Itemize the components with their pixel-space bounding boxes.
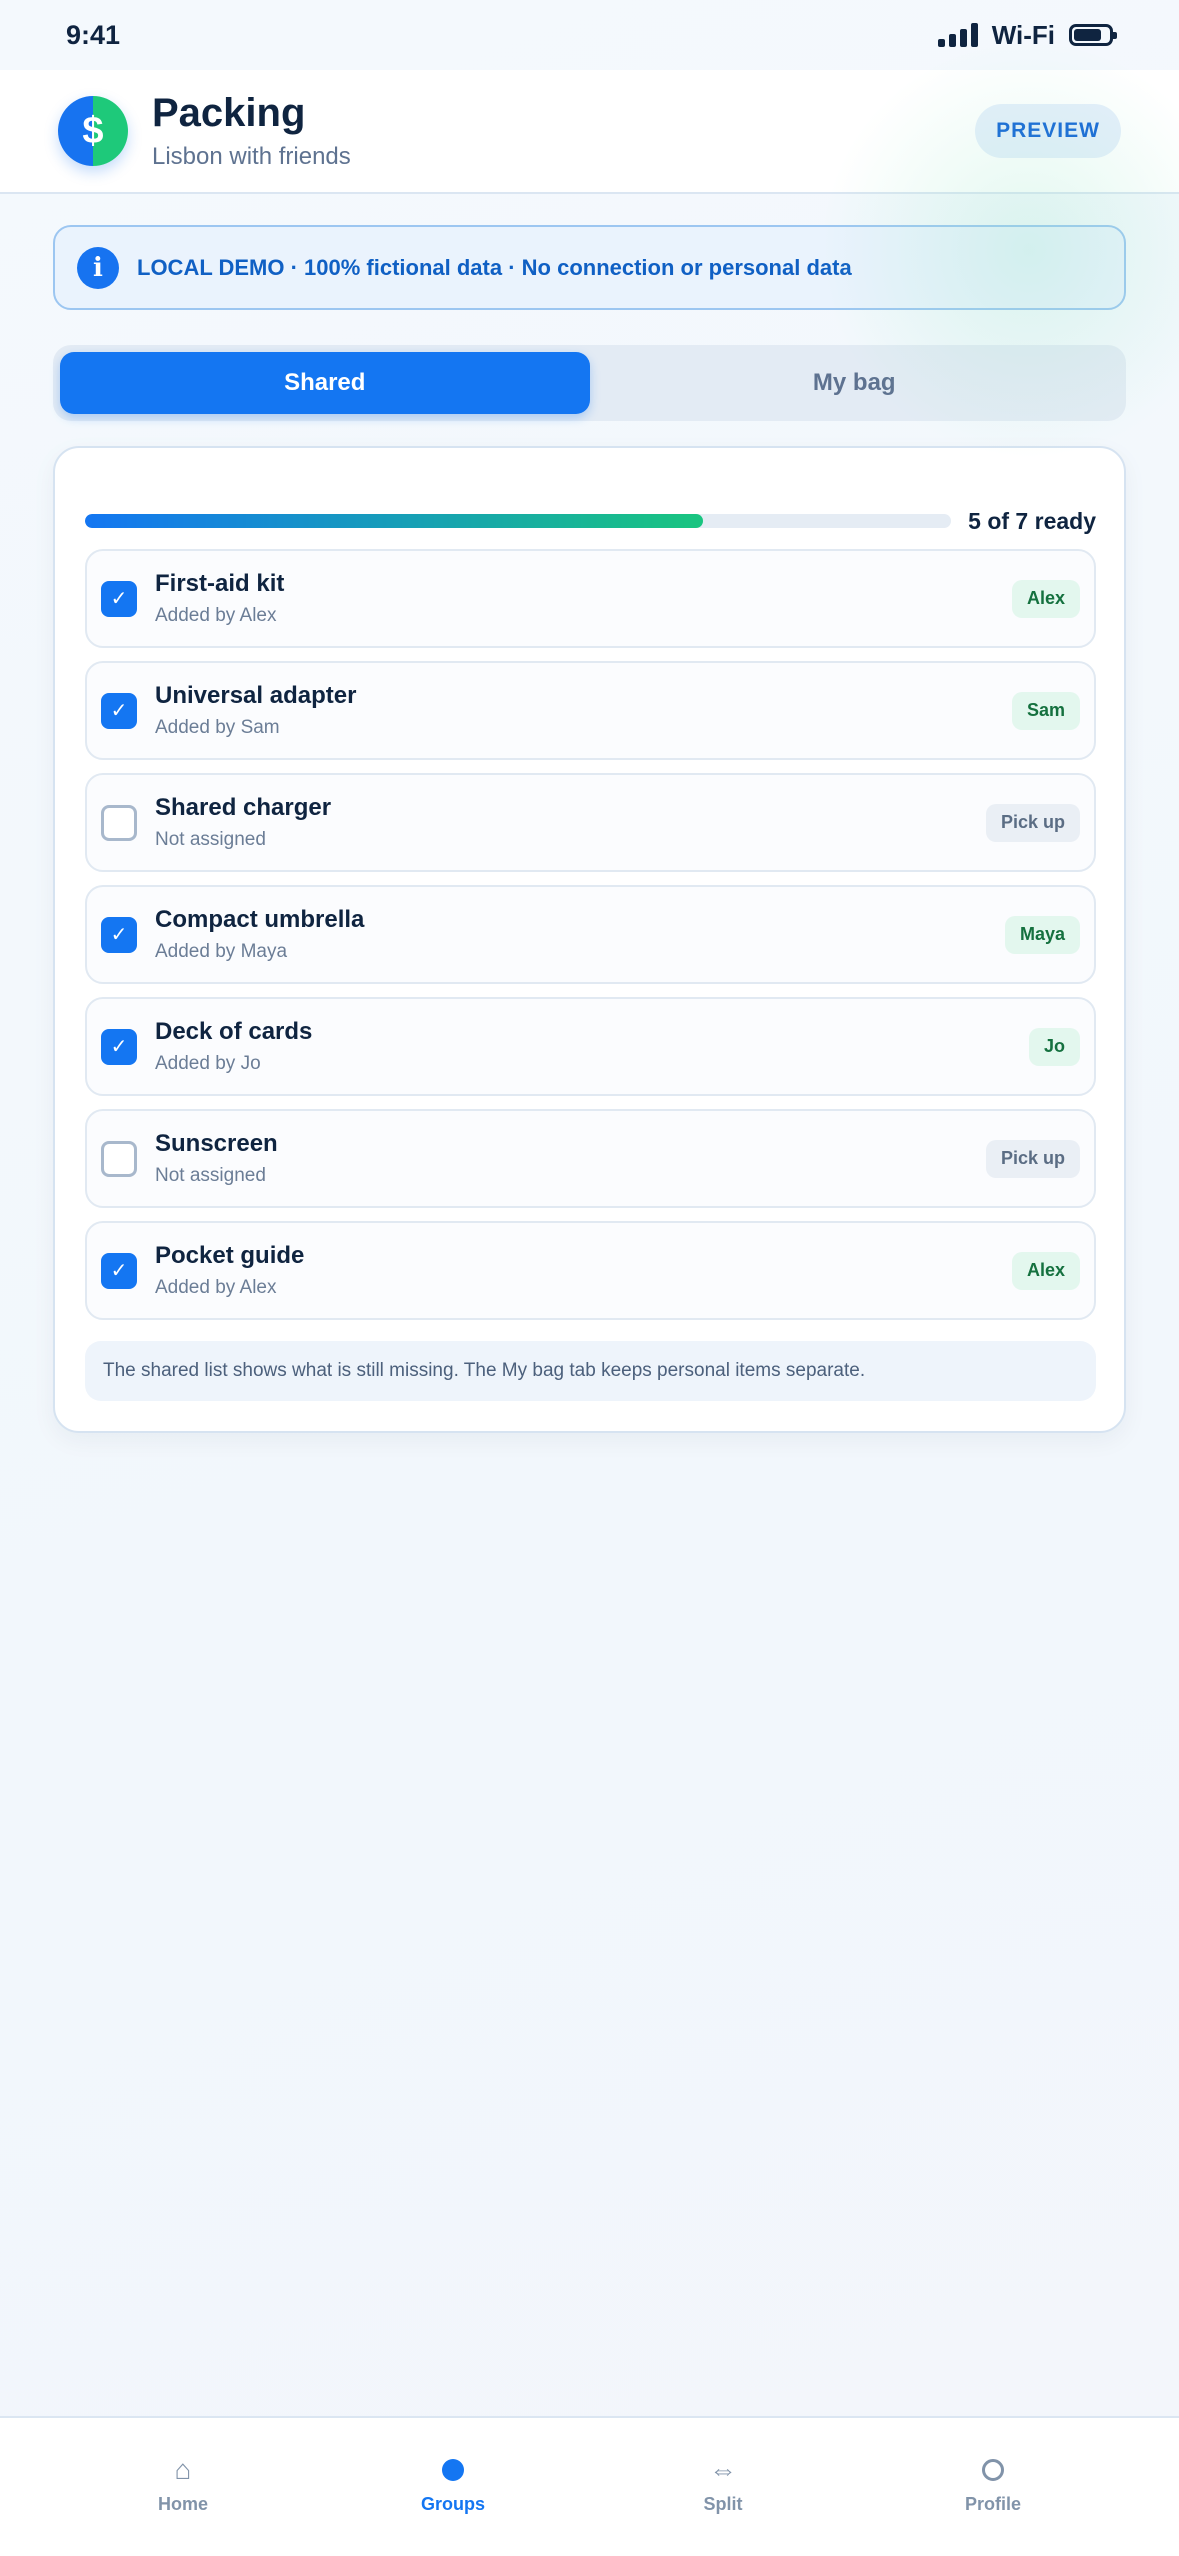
item-checkbox[interactable] bbox=[101, 1140, 137, 1177]
item-checkbox[interactable]: ✓ bbox=[101, 1252, 137, 1289]
item-assignee: Added by Alex bbox=[155, 605, 277, 626]
item-assignee: Not assigned bbox=[155, 1165, 266, 1186]
status-bar: 9:41 Wi-Fi bbox=[0, 0, 1179, 70]
group-name: Lisbon with friends bbox=[152, 143, 351, 170]
pick-up-button[interactable]: Pick up bbox=[985, 803, 1080, 842]
app-logo-icon: $ bbox=[58, 96, 128, 166]
item-checkbox[interactable]: ✓ bbox=[101, 692, 137, 729]
signal-icon bbox=[937, 23, 978, 47]
home-icon: ⌂ bbox=[174, 2454, 192, 2485]
item-name: First-aid kit bbox=[155, 570, 285, 597]
progress-label: 5 of 7 ready bbox=[968, 507, 1096, 534]
item-assignee: Added by Maya bbox=[155, 941, 288, 962]
item-badge: Alex bbox=[1011, 579, 1080, 618]
list-item[interactable]: Shared charger Not assigned Pick up bbox=[85, 773, 1096, 872]
item-name: Compact umbrella bbox=[155, 906, 365, 933]
item-checkbox[interactable]: ✓ bbox=[101, 916, 137, 953]
status-time: 9:41 bbox=[66, 19, 121, 50]
item-name: Sunscreen bbox=[155, 1130, 278, 1157]
packing-list-card: 5 of 7 ready ✓ First-aid kit Added by Al… bbox=[53, 446, 1126, 1433]
tab-shared[interactable]: Shared bbox=[60, 352, 590, 414]
pick-up-button[interactable]: Pick up bbox=[985, 1139, 1080, 1178]
item-name: Universal adapter bbox=[155, 682, 357, 709]
tab-my-bag[interactable]: My bag bbox=[590, 352, 1120, 414]
item-name: Pocket guide bbox=[155, 1242, 305, 1269]
list-item[interactable]: ✓ Universal adapter Added by Sam Sam bbox=[85, 661, 1096, 760]
item-badge: Jo bbox=[1028, 1027, 1080, 1066]
list-item[interactable]: ✓ Deck of cards Added by Jo Jo bbox=[85, 997, 1096, 1096]
list-tabs: Shared My bag bbox=[53, 345, 1126, 421]
item-checkbox[interactable] bbox=[101, 804, 137, 841]
nav-label: Split bbox=[703, 2494, 743, 2514]
list-item[interactable]: ✓ Pocket guide Added by Alex Alex bbox=[85, 1221, 1096, 1320]
progress-row: 5 of 7 ready bbox=[85, 506, 1096, 536]
status-indicators: Wi-Fi bbox=[937, 19, 1117, 51]
item-assignee: Added by Alex bbox=[155, 1277, 277, 1298]
header-titles: Packing Lisbon with friends bbox=[152, 91, 351, 171]
preview-button[interactable]: PREVIEW bbox=[975, 104, 1121, 158]
item-assignee: Added by Jo bbox=[155, 1053, 261, 1074]
nav-label: Profile bbox=[964, 2494, 1021, 2514]
app-screen: 9:41 Wi-Fi $ Packing Lisbon with friends… bbox=[0, 0, 1179, 2556]
item-name: Shared charger bbox=[155, 794, 332, 821]
item-badge: Sam bbox=[1011, 691, 1080, 730]
split-icon: ⇔ bbox=[709, 2454, 737, 2485]
groups-icon bbox=[442, 2454, 464, 2486]
item-badge: Alex bbox=[1011, 1251, 1080, 1290]
wifi-label: Wi-Fi bbox=[991, 19, 1055, 50]
progress-bar bbox=[85, 514, 951, 528]
demo-banner-text: LOCAL DEMO · 100% fictional data · No co… bbox=[137, 254, 852, 280]
nav-label: Groups bbox=[420, 2494, 485, 2514]
battery-icon bbox=[1069, 24, 1117, 46]
item-checkbox[interactable]: ✓ bbox=[101, 580, 137, 617]
nav-home[interactable]: ⌂ Home bbox=[48, 2418, 318, 2556]
item-name: Deck of cards bbox=[155, 1018, 313, 1045]
item-badge: Maya bbox=[1004, 915, 1080, 954]
item-assignee: Added by Sam bbox=[155, 717, 280, 738]
packing-list: ✓ First-aid kit Added by Alex Alex ✓ Uni… bbox=[85, 549, 1096, 1333]
info-icon: i bbox=[77, 246, 119, 289]
list-item[interactable]: Sunscreen Not assigned Pick up bbox=[85, 1109, 1096, 1208]
nav-profile[interactable]: Profile bbox=[858, 2418, 1128, 2556]
demo-banner: i LOCAL DEMO · 100% fictional data · No … bbox=[53, 225, 1126, 310]
profile-icon bbox=[982, 2454, 1004, 2486]
app-header: $ Packing Lisbon with friends PREVIEW bbox=[0, 70, 1179, 194]
item-assignee: Not assigned bbox=[155, 829, 266, 850]
nav-groups[interactable]: Groups bbox=[318, 2418, 588, 2556]
list-item[interactable]: ✓ Compact umbrella Added by Maya Maya bbox=[85, 885, 1096, 984]
list-item[interactable]: ✓ First-aid kit Added by Alex Alex bbox=[85, 549, 1096, 648]
nav-split[interactable]: ⇔ Split bbox=[588, 2418, 858, 2556]
bottom-nav: ⌂ Home Groups ⇔ Split Profile bbox=[0, 2416, 1179, 2556]
help-note: The shared list shows what is still miss… bbox=[85, 1341, 1096, 1401]
nav-label: Home bbox=[157, 2494, 208, 2514]
page-title: Packing bbox=[152, 91, 306, 135]
progress-bar-fill bbox=[85, 514, 704, 528]
item-checkbox[interactable]: ✓ bbox=[101, 1028, 137, 1065]
